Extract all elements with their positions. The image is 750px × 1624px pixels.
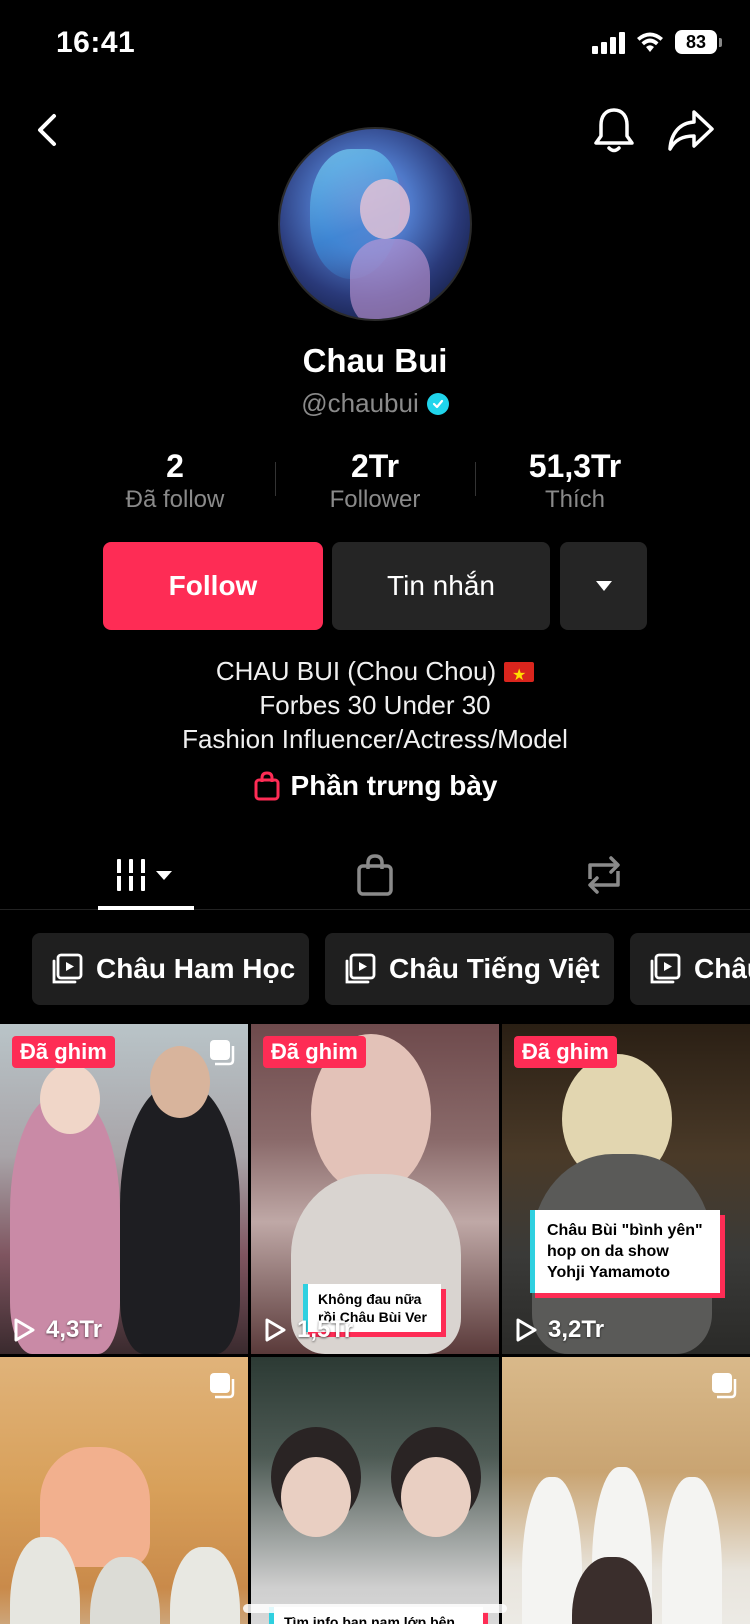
stat-following[interactable]: 2 Đã follow [75, 448, 275, 516]
playlist-chip[interactable]: Châu [630, 933, 750, 1005]
bio-line-1: CHAU BUI (Chou Chou) [0, 654, 750, 693]
home-indicator[interactable] [243, 1604, 507, 1613]
video-caption: Châu Bùi "bình yên" hop on da show Yohji… [530, 1210, 720, 1293]
shopping-bag-icon [357, 854, 393, 896]
photo-carousel-icon [210, 1040, 235, 1066]
follow-button[interactable]: Follow [103, 542, 323, 630]
pinned-badge: Đã ghim [263, 1036, 366, 1068]
tab-shop[interactable] [345, 850, 405, 900]
video-thumbnail[interactable]: Đã ghim Không đau nữa rồi Châu Bùi Ver 1… [251, 1024, 499, 1354]
caret-down-icon [595, 581, 612, 591]
view-count: 4,3Tr [12, 1316, 102, 1344]
pinned-badge: Đã ghim [12, 1036, 115, 1068]
bio-line-3: Fashion Influencer/Actress/Model [182, 724, 568, 754]
repost-icon [588, 856, 620, 894]
profile-stats: 2 Đã follow 2Tr Follower 51,3Tr Thích [0, 448, 750, 518]
active-tab-indicator [98, 906, 194, 910]
stat-likes[interactable]: 51,3Tr Thích [475, 448, 675, 516]
video-thumbnail[interactable] [0, 1357, 248, 1624]
video-thumbnail[interactable] [502, 1357, 750, 1624]
signal-icon [592, 30, 625, 54]
username: @chaubui [301, 388, 419, 418]
avatar[interactable] [278, 127, 472, 321]
showcase-label: Phần trưng bày [290, 770, 498, 801]
video-thumbnail[interactable]: Tìm info bạn nam lớp bên [251, 1357, 499, 1624]
profile-tabs [0, 840, 750, 910]
battery-level: 83 [675, 30, 717, 54]
stat-followers-value: 2Tr [350, 448, 400, 484]
share-arrow-icon[interactable] [666, 106, 716, 154]
bell-icon[interactable] [590, 104, 638, 156]
playlist-chip[interactable]: Châu Tiếng Việt [325, 933, 614, 1005]
bio: CHAU BUI (Chou Chou) Forbes 30 Under 30 … [0, 654, 750, 756]
playlist-icon [650, 953, 681, 984]
playlist-label: Châu Tiếng Việt [389, 953, 600, 984]
playlist-label: Châu [694, 953, 750, 984]
video-thumbnail[interactable]: Đã ghim Châu Bùi "bình yên" hop on da sh… [502, 1024, 750, 1354]
stat-likes-label: Thích [544, 486, 606, 513]
videos-grid-icon [117, 859, 172, 891]
showcase-link[interactable]: Phần trưng bày [0, 770, 750, 802]
playlist-label: Châu Ham Học [96, 953, 296, 984]
status-bar: 16:41 83 [0, 0, 750, 90]
vietnam-flag-icon [504, 659, 535, 693]
more-options-button[interactable] [560, 542, 647, 630]
play-icon [516, 1318, 537, 1342]
tab-videos[interactable] [98, 850, 194, 900]
wifi-icon [637, 32, 663, 52]
pinned-badge: Đã ghim [514, 1036, 617, 1068]
photo-carousel-icon [210, 1373, 235, 1399]
username-row: @chaubui [0, 388, 750, 419]
photo-carousel-icon [712, 1373, 737, 1399]
verified-badge-icon [426, 392, 449, 415]
stat-following-label: Đã follow [125, 486, 225, 513]
status-icons: 83 [592, 30, 722, 54]
stat-followers-label: Follower [329, 486, 421, 513]
play-icon [14, 1318, 35, 1342]
tab-repost[interactable] [572, 850, 636, 900]
playlist-icon [345, 953, 376, 984]
shopping-bag-icon [254, 771, 280, 801]
playlist-icon [52, 953, 83, 984]
back-arrow-icon[interactable] [26, 108, 70, 152]
video-thumbnail[interactable]: Đã ghim 4,3Tr [0, 1024, 248, 1354]
message-button[interactable]: Tin nhắn [332, 542, 550, 630]
battery-icon: 83 [675, 30, 722, 54]
status-time: 16:41 [56, 26, 136, 59]
stat-following-value: 2 [166, 448, 184, 484]
playlist-chip[interactable]: Châu Ham Học [32, 933, 309, 1005]
display-name: Chau Bui [302, 342, 448, 379]
stat-followers[interactable]: 2Tr Follower [275, 448, 475, 516]
play-icon [265, 1318, 286, 1342]
view-count: 3,2Tr [514, 1316, 604, 1344]
view-count: 1,5Tr [263, 1316, 353, 1344]
bio-line-2: Forbes 30 Under 30 [259, 690, 491, 720]
stat-likes-value: 51,3Tr [528, 448, 622, 484]
